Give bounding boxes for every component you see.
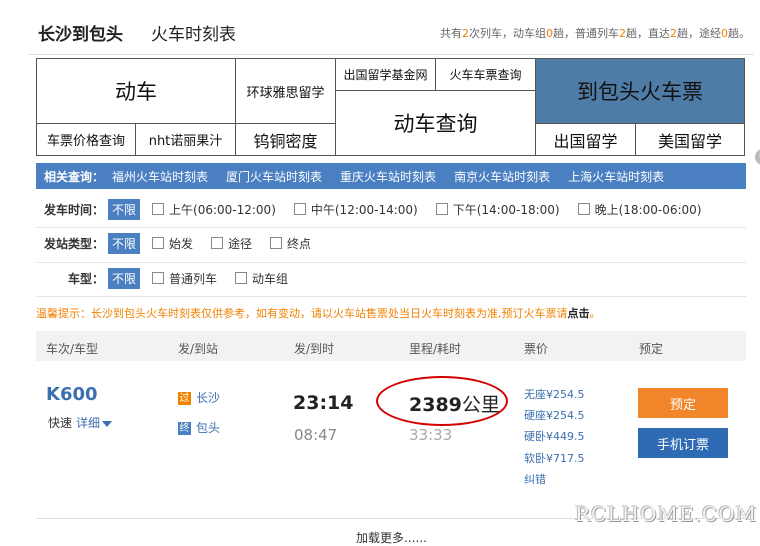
price-hard-sleeper[interactable]: 硬卧¥449.5 <box>524 428 585 444</box>
related-link[interactable]: 重庆火车站时刻表 <box>340 168 436 185</box>
ad-link-ticket-query[interactable]: 火车车票查询 <box>435 58 536 91</box>
filter-option[interactable]: 中午(12:00-14:00) <box>293 201 418 218</box>
book-button[interactable]: 预定 <box>638 388 728 418</box>
column-header: 票价 <box>524 342 549 356</box>
ad-link-baotou-tickets[interactable]: 到包头火车票 <box>535 58 745 124</box>
column-header: 里程/耗时 <box>409 342 462 356</box>
filter-station-type: 发站类型： 不限 始发 途径 终点 <box>36 228 746 258</box>
ad-link-ielts[interactable]: 环球雅思留学 <box>235 58 336 124</box>
column-header: 车次/车型 <box>46 342 99 356</box>
checkbox[interactable] <box>211 237 224 249</box>
duration: 33:33 <box>409 426 453 444</box>
price-soft-sleeper[interactable]: 软卧¥717.5 <box>524 450 585 466</box>
filter-label: 车型： <box>67 271 104 286</box>
related-link[interactable]: 福州火车站时刻表 <box>112 168 208 185</box>
ad-settings-icon[interactable]: ⚙ <box>755 149 760 165</box>
filter-option[interactable]: 上午(06:00-12:00) <box>152 201 276 218</box>
divider <box>36 296 746 297</box>
filter-option[interactable]: 终点 <box>270 235 311 252</box>
detail-toggle[interactable]: 详细 <box>76 416 113 430</box>
timetable-panel: 长沙到包头 火车时刻表 共有2次列车，动车组0趟，普通列车2趟，直达2趟，途经0… <box>28 8 760 545</box>
terminal-badge: 终 <box>178 422 191 435</box>
filter-option[interactable]: 下午(14:00-18:00) <box>435 201 560 218</box>
checkbox[interactable] <box>577 203 590 215</box>
filter-label: 发站类型： <box>43 236 104 251</box>
from-station[interactable]: 过长沙 <box>178 389 220 406</box>
arrive-time: 08:47 <box>294 426 338 444</box>
filter-option[interactable]: 始发 <box>152 235 193 252</box>
column-header: 发/到站 <box>178 342 219 356</box>
related-links-bar: 相关查询： 福州火车站时刻表 厦门火车站时刻表 重庆火车站时刻表 南京火车站时刻… <box>36 163 746 189</box>
checkbox[interactable] <box>235 272 248 284</box>
ad-link-study-abroad[interactable]: 出国留学 <box>535 123 636 156</box>
related-link[interactable]: 厦门火车站时刻表 <box>226 168 322 185</box>
checkbox[interactable] <box>435 203 448 215</box>
price-hard-seat[interactable]: 硬座¥254.5 <box>524 407 585 423</box>
ad-link-price-query[interactable]: 车票价格查询 <box>36 123 136 156</box>
related-link[interactable]: 南京火车站时刻表 <box>454 168 550 185</box>
notice-tip: 温馨提示：长沙到包头火车时刻表仅供参考，如有变动，请以火车站售票处当日火车时刻表… <box>36 307 601 320</box>
related-label: 相关查询： <box>44 169 105 184</box>
ad-link-study-fund[interactable]: 出国留学基金网 <box>335 58 436 91</box>
ad-link-tungsten[interactable]: 钨铜密度 <box>235 123 336 156</box>
to-station[interactable]: 终包头 <box>178 419 220 436</box>
ad-link-us-study[interactable]: 美国留学 <box>635 123 745 156</box>
divider <box>28 54 754 55</box>
checkbox[interactable] <box>152 237 165 249</box>
checkbox[interactable] <box>152 272 165 284</box>
checkbox[interactable] <box>152 203 165 215</box>
column-header: 预定 <box>639 342 664 356</box>
train-summary: 共有2次列车，动车组0趟，普通列车2趟，直达2趟，途经0趟。 <box>440 27 750 40</box>
tip-link[interactable]: 点击 <box>568 307 590 320</box>
filter-option[interactable]: 途径 <box>211 235 252 252</box>
filter-train-type: 车型： 不限 普通列车 动车组 <box>36 263 746 293</box>
filter-option[interactable]: 晚上(18:00-06:00) <box>577 201 701 218</box>
filter-depart-time: 发车时间： 不限 上午(06:00-12:00) 中午(12:00-14:00)… <box>36 194 746 224</box>
table-header: 车次/车型 发/到站 发/到时 里程/耗时 票价 预定 <box>36 331 746 361</box>
ad-link-noni-juice[interactable]: nht诺丽果汁 <box>135 123 236 156</box>
filter-option[interactable]: 普通列车 <box>152 270 217 287</box>
correction-link[interactable]: 纠错 <box>524 471 546 487</box>
checkbox[interactable] <box>270 237 283 249</box>
page-subtitle: 火车时刻表 <box>151 25 236 45</box>
depart-time: 23:14 <box>293 392 354 414</box>
column-header: 发/到时 <box>294 342 335 356</box>
filter-option[interactable]: 动车组 <box>235 270 288 287</box>
related-link[interactable]: 上海火车站时刻表 <box>568 168 664 185</box>
ad-link-emu[interactable]: 动车 <box>36 58 236 124</box>
train-number-link[interactable]: K600 <box>46 384 98 405</box>
price-no-seat[interactable]: 无座¥254.5 <box>524 386 585 402</box>
checkbox[interactable] <box>293 203 306 215</box>
page-title: 长沙到包头 <box>38 25 123 45</box>
filter-all-button[interactable]: 不限 <box>108 198 141 220</box>
chevron-down-icon <box>102 420 113 427</box>
pass-badge: 过 <box>178 392 191 405</box>
filter-all-button[interactable]: 不限 <box>108 267 141 289</box>
train-type: 快速 详细 <box>48 414 113 431</box>
filter-label: 发车时间： <box>43 202 104 217</box>
mobile-booking-button[interactable]: 手机订票 <box>638 428 728 458</box>
filter-all-button[interactable]: 不限 <box>108 232 141 254</box>
watermark: RCLHOME.COM <box>575 502 758 526</box>
red-ellipse-annotation <box>376 376 508 426</box>
ad-link-emu-query[interactable]: 动车查询 <box>335 90 536 156</box>
